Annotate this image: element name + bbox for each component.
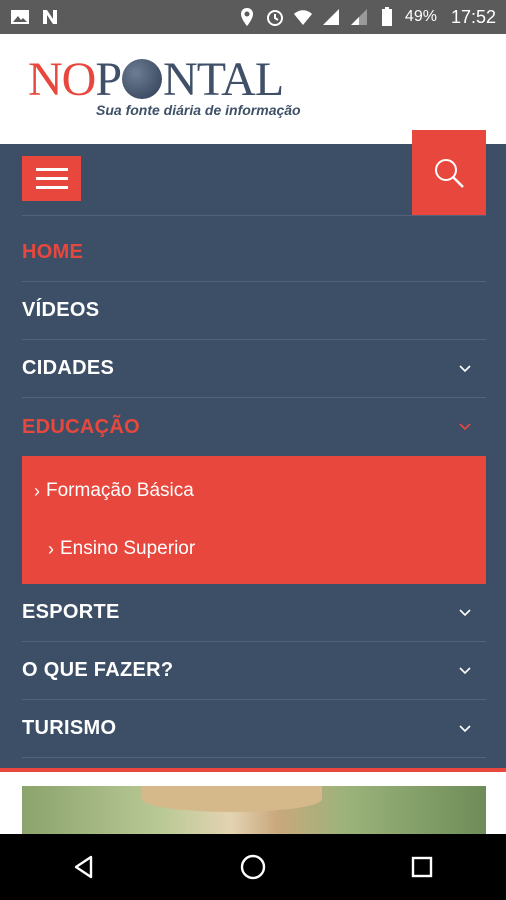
content-area <box>0 772 506 834</box>
chevron-down-icon[interactable] <box>458 664 472 678</box>
back-button[interactable] <box>64 847 104 887</box>
recents-button[interactable] <box>402 847 442 887</box>
alarm-icon <box>265 7 285 27</box>
home-icon <box>240 854 266 880</box>
menu-toggle-button[interactable] <box>22 156 81 201</box>
menu-item-label: ESPORTE <box>22 601 120 623</box>
menu-item-videos[interactable]: VÍDEOS <box>22 282 486 340</box>
site-logo[interactable]: NOP NTAL Sua fonte diária de informação <box>28 53 301 119</box>
submenu-item-label: Ensino Superior <box>60 538 196 559</box>
system-nav-bar <box>0 834 506 900</box>
chevron-down-icon[interactable] <box>458 420 472 434</box>
signal-icon <box>321 7 341 27</box>
divider <box>22 215 486 216</box>
menu-item-label: HOME <box>22 241 84 263</box>
menu-item-label: O QUE FAZER? <box>22 659 174 681</box>
menu-item-esporte[interactable]: ESPORTE <box>22 584 486 642</box>
article-image[interactable] <box>22 786 486 834</box>
search-icon <box>435 159 464 188</box>
chevron-down-icon[interactable] <box>458 606 472 620</box>
logo-p: P <box>95 53 122 106</box>
menu-item-label: TURISMO <box>22 717 117 739</box>
chevron-right-icon: › <box>48 538 54 559</box>
location-icon <box>237 7 257 27</box>
menu-item-o-que-fazer[interactable]: O QUE FAZER? <box>22 642 486 700</box>
recents-icon <box>411 856 432 878</box>
chevron-down-icon[interactable] <box>458 362 472 376</box>
menu-item-cidades[interactable]: CIDADES <box>22 340 486 398</box>
submenu-item-formacao-basica[interactable]: › Formação Básica <box>22 462 486 520</box>
wifi-icon <box>293 7 313 27</box>
status-bar: 49% 17:52 <box>0 0 506 34</box>
menu-item-label: EDUCAÇÃO <box>22 415 140 438</box>
logo-no: NO <box>28 53 96 106</box>
battery-icon <box>377 7 397 27</box>
n-icon <box>40 7 60 27</box>
logo-tagline: Sua fonte diária de informação <box>96 102 301 118</box>
home-button[interactable] <box>233 847 273 887</box>
hamburger-line <box>35 168 68 171</box>
site-header: NOP NTAL Sua fonte diária de informação <box>0 34 506 144</box>
menu-item-turismo[interactable]: TURISMO <box>22 700 486 758</box>
signal-icon-2 <box>349 7 369 27</box>
globe-icon <box>122 59 163 99</box>
hamburger-line <box>35 186 68 189</box>
nav-panel: HOME VÍDEOS CIDADES EDUCAÇÃO › Formação … <box>0 130 506 768</box>
search-button[interactable] <box>412 130 486 216</box>
submenu-item-label: Formação Básica <box>46 480 194 501</box>
main-menu: HOME VÍDEOS CIDADES EDUCAÇÃO › Formação … <box>22 224 486 758</box>
logo-ntal: NTAL <box>163 53 284 106</box>
menu-item-educacao[interactable]: EDUCAÇÃO <box>22 398 486 456</box>
chevron-right-icon: › <box>34 480 40 501</box>
menu-item-home[interactable]: HOME <box>22 224 486 282</box>
back-icon <box>75 855 93 879</box>
submenu-educacao: › Formação Básica › Ensino Superior <box>22 456 486 584</box>
image-hat-shape <box>142 786 322 812</box>
hamburger-line <box>35 177 68 180</box>
submenu-item-ensino-superior[interactable]: › Ensino Superior <box>22 520 486 578</box>
menu-item-label: CIDADES <box>22 357 115 379</box>
clock: 17:52 <box>450 6 496 27</box>
battery-percent: 49% <box>404 8 437 25</box>
chevron-down-icon[interactable] <box>458 722 472 736</box>
menu-item-label: VÍDEOS <box>22 299 100 321</box>
image-icon <box>10 7 30 27</box>
